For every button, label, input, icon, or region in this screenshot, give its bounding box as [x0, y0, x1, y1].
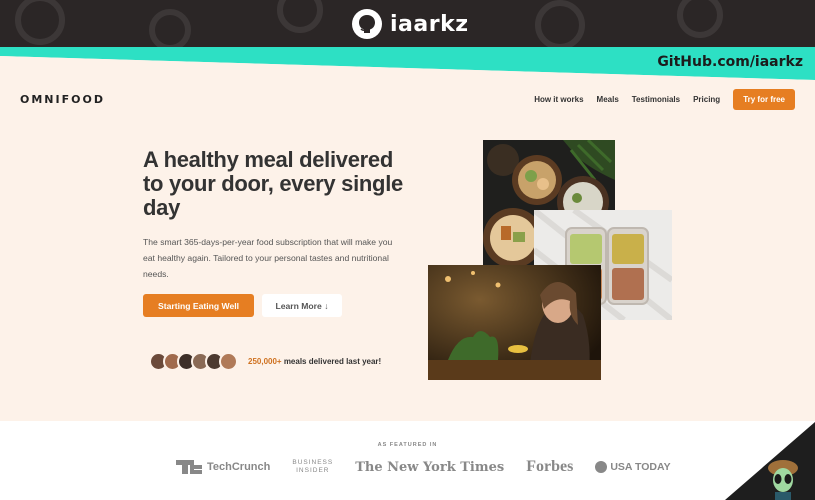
business-insider-line1: BUSINESS [292, 459, 334, 466]
nyt-logo: The New York Times [355, 459, 505, 475]
github-brand: iaarkz [352, 9, 469, 39]
omnifood-logo[interactable]: OMNIFOOD [20, 93, 105, 106]
usatoday-logo: USA TODAY [595, 461, 671, 473]
github-username: iaarkz [390, 11, 469, 37]
nav-meals[interactable]: Meals [597, 95, 619, 104]
featured-in-section: AS FEATURED IN TechCrunch BUSINESS INSID… [0, 421, 815, 500]
usatoday-dot-icon [595, 461, 608, 473]
woman-eating-illustration [428, 265, 601, 380]
nav-pricing[interactable]: Pricing [693, 95, 720, 104]
hero-description: The smart 365-days-per-year food subscri… [143, 237, 393, 279]
business-insider-line2: INSIDER [296, 467, 330, 474]
featured-label: AS FEATURED IN [377, 442, 438, 448]
try-for-free-button[interactable]: Try for free [733, 89, 795, 110]
avatar [219, 352, 238, 371]
nav-how-it-works[interactable]: How it works [534, 95, 583, 104]
meals-delivered-text: 250,000+ meals delivered last year! [248, 357, 381, 366]
featured-logos: TechCrunch BUSINESS INSIDER The New York… [176, 458, 671, 476]
business-insider-logo: BUSINESS INSIDER [292, 459, 333, 475]
github-icon [352, 9, 382, 39]
github-link[interactable]: GitHub.com/iaarkz [657, 54, 803, 70]
techcrunch-logo: TechCrunch [176, 460, 270, 474]
techcrunch-text: TechCrunch [207, 461, 271, 473]
usatoday-text: USA TODAY [610, 461, 671, 473]
meals-delivered-label: meals delivered last year! [281, 357, 382, 366]
main-nav: How it works Meals Testimonials Pricing … [534, 89, 795, 110]
forbes-logo: Forbes [526, 458, 574, 475]
start-eating-well-button[interactable]: Starting Eating Well [143, 294, 254, 317]
hero-image-woman-eating [428, 265, 601, 380]
learn-more-button[interactable]: Learn More ↓ [262, 294, 342, 317]
customer-avatars [149, 352, 238, 371]
corner-mascot [725, 422, 815, 500]
nav-testimonials[interactable]: Testimonials [632, 95, 680, 104]
techcrunch-icon [176, 460, 202, 474]
hero-title: A healthy meal delivered to your door, e… [143, 147, 403, 220]
meals-delivered-count: 250,000+ [248, 357, 282, 366]
